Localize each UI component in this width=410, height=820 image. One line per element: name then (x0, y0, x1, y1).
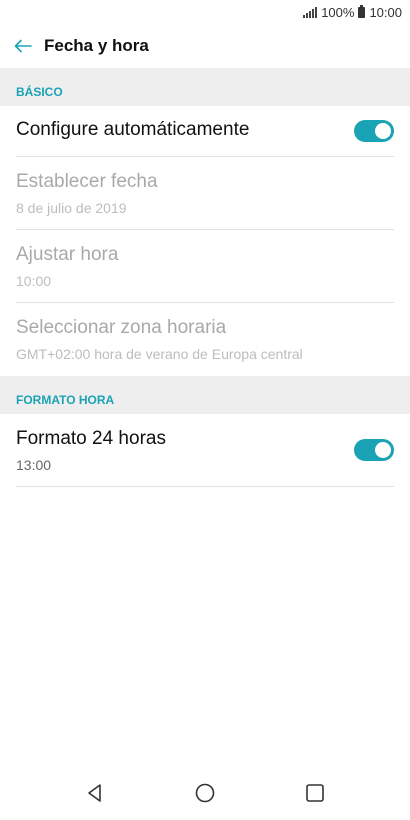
auto-config-toggle[interactable] (354, 120, 394, 142)
set-date-row[interactable]: Establecer fecha 8 de julio de 2019 (16, 157, 394, 230)
page-title: Fecha y hora (44, 36, 149, 55)
timezone-title: Seleccionar zona horaria (16, 317, 227, 338)
status-time: 10:00 (369, 4, 402, 20)
set-date-title: Establecer fecha (16, 171, 158, 192)
triangle-back-icon[interactable] (83, 781, 107, 805)
auto-config-title: Configure automáticamente (16, 119, 250, 140)
section-header-time-format: FORMATO HORA (0, 376, 410, 414)
format-24h-toggle[interactable] (354, 439, 394, 461)
format-24h-value: 13:00 (16, 457, 52, 473)
status-bar: 100% 10:00 (0, 0, 410, 24)
set-time-row[interactable]: Ajustar hora 10:00 (16, 230, 394, 303)
battery-icon (358, 4, 366, 18)
format-24h-title: Formato 24 horas (16, 428, 166, 449)
navigation-bar (0, 766, 410, 820)
set-time-value: 10:00 (16, 273, 52, 289)
arrow-left-icon[interactable] (12, 35, 34, 57)
auto-config-row[interactable]: Configure automáticamente (16, 106, 394, 157)
toolbar: Fecha y hora (0, 24, 410, 68)
screen: 100% 10:00 Fecha y hora BÁSICO Configure… (0, 0, 410, 820)
signal-icon (303, 6, 318, 18)
battery-percent: 100% (321, 4, 355, 20)
section-header-basic: BÁSICO (0, 68, 410, 106)
circle-home-icon[interactable] (193, 781, 217, 805)
square-recents-icon[interactable] (303, 781, 327, 805)
timezone-value: GMT+02:00 hora de verano de Europa centr… (16, 346, 303, 362)
format-24h-row[interactable]: Formato 24 horas 13:00 (16, 414, 394, 487)
set-time-title: Ajustar hora (16, 244, 119, 265)
set-date-value: 8 de julio de 2019 (16, 200, 127, 216)
timezone-row[interactable]: Seleccionar zona horaria GMT+02:00 hora … (16, 303, 394, 376)
